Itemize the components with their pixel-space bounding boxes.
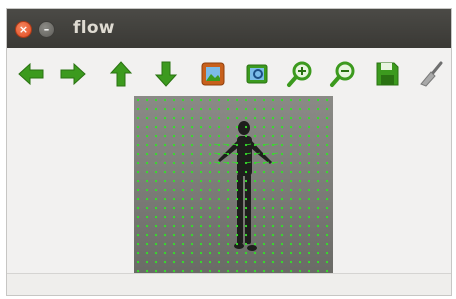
clear-brush-icon <box>420 61 443 87</box>
image-icon <box>201 62 225 86</box>
up-button[interactable] <box>107 60 135 88</box>
toolbar <box>7 50 451 94</box>
close-window-button[interactable]: × <box>15 21 32 38</box>
open-image-button[interactable] <box>199 60 227 88</box>
up-arrow-icon <box>109 61 133 87</box>
zoom-fit-button[interactable] <box>243 60 271 88</box>
status-bar <box>7 273 451 295</box>
flow-image[interactable] <box>134 96 333 274</box>
back-button[interactable] <box>17 60 45 88</box>
image-view <box>7 94 451 274</box>
back-arrow-icon <box>18 62 44 86</box>
minimize-icon: – <box>43 23 50 36</box>
zoom-in-button[interactable] <box>286 60 314 88</box>
title-bar[interactable]: × – flow <box>7 9 451 48</box>
window-title: flow <box>73 18 115 38</box>
down-arrow-icon <box>154 61 178 87</box>
save-icon <box>376 62 399 86</box>
flow-image-canvas <box>134 96 333 274</box>
save-button[interactable] <box>373 60 401 88</box>
zoom-out-icon <box>330 61 355 87</box>
zoom-out-button[interactable] <box>329 60 357 88</box>
minimize-window-button[interactable]: – <box>38 21 55 38</box>
forward-arrow-icon <box>60 62 86 86</box>
down-button[interactable] <box>152 60 180 88</box>
zoom-in-icon <box>287 61 312 87</box>
zoom-fit-icon <box>246 64 268 84</box>
forward-button[interactable] <box>59 60 87 88</box>
app-window: × – flow <box>6 8 452 296</box>
close-icon: × <box>18 23 29 36</box>
clear-button[interactable] <box>417 60 445 88</box>
